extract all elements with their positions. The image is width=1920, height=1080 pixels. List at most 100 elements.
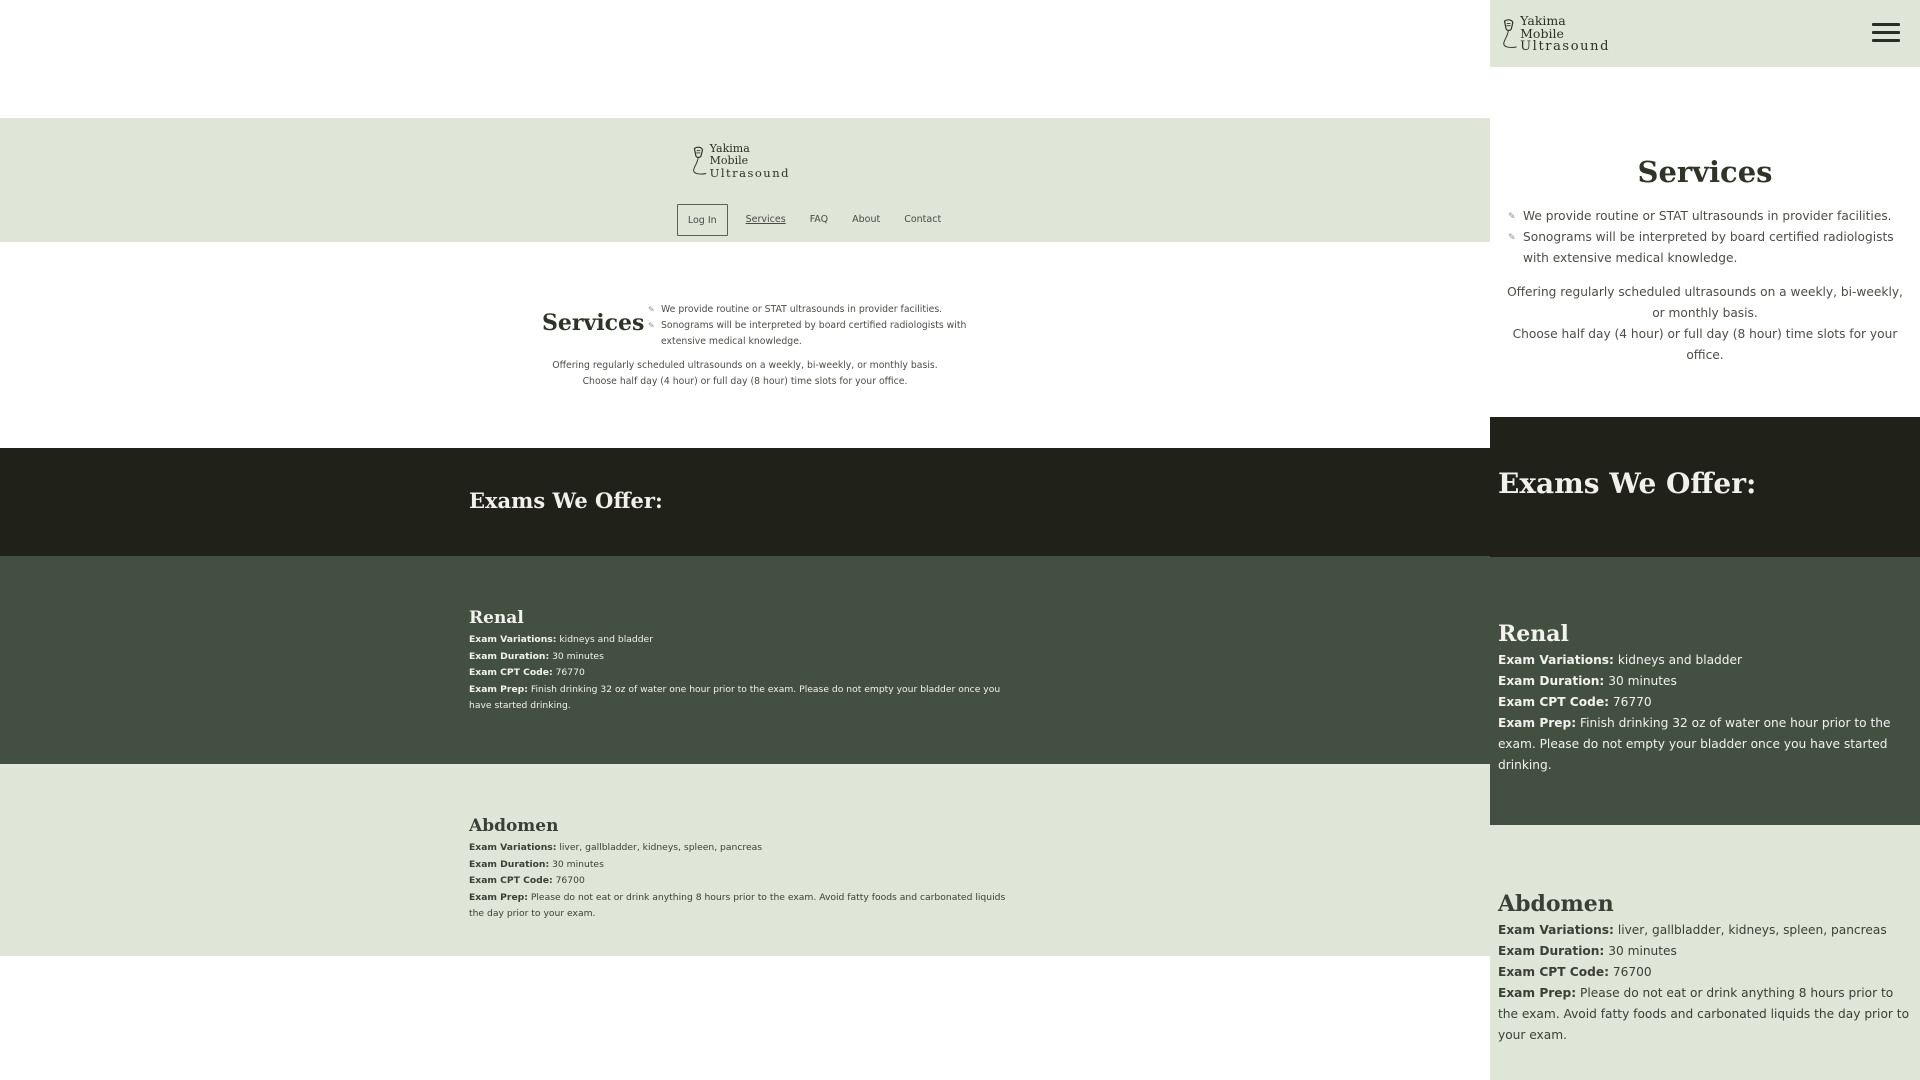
exam-variations: Exam Variations: kidneys and bladder: [469, 632, 1019, 649]
label-prep: Exam Prep:: [1498, 986, 1577, 1000]
label-variations: Exam Variations:: [469, 842, 557, 853]
value-variations: liver, gallbladder, kidneys, spleen, pan…: [559, 842, 763, 853]
services-bullet-list: We provide routine or STAT ultrasounds i…: [648, 302, 968, 350]
services-section: Services We provide routine or STAT ultr…: [0, 242, 1490, 448]
offer-line-2: Choose half day (4 hour) or full day (8 …: [582, 376, 908, 387]
main-nav: Log In Services FAQ About Contact: [0, 204, 1490, 236]
exam-name: Abdomen: [1498, 891, 1614, 917]
value-cpt: 76770: [1612, 695, 1652, 709]
value-cpt: 76700: [1612, 965, 1652, 979]
desktop-mockup: Yakima Mobile Ultrasound Log In Services…: [0, 0, 1490, 1080]
services-offer: Offering regularly scheduled ultrasounds…: [1500, 282, 1910, 366]
value-prep: Please do not eat or drink anything 8 ho…: [469, 891, 1006, 920]
site-logo[interactable]: Yakima Mobile Ultrasound: [690, 138, 790, 184]
label-variations: Exam Variations:: [469, 634, 557, 645]
logo-line2: Ultrasound: [709, 165, 790, 180]
label-duration: Exam Duration:: [469, 650, 550, 662]
menu-bar: [1872, 31, 1900, 34]
label-variations: Exam Variations:: [1498, 923, 1614, 937]
services-section: Services We provide routine or STAT ultr…: [1490, 67, 1920, 417]
label-prep: Exam Prep:: [469, 683, 528, 695]
menu-bar: [1872, 39, 1900, 42]
ultrasound-probe-icon: [693, 146, 707, 175]
logo-line1: Yakima Mobile: [709, 142, 750, 167]
exam-duration: Exam Duration: 30 minutes: [1498, 671, 1914, 692]
label-cpt: Exam CPT Code:: [1498, 965, 1609, 979]
value-cpt: 76700: [555, 875, 585, 886]
exams-heading-band: Exams We Offer:: [0, 448, 1490, 556]
label-duration: Exam Duration:: [1498, 674, 1605, 688]
exam-abdomen: Abdomen Exam Variations: liver, gallblad…: [0, 764, 1490, 956]
logo-wordmark: Yakima Mobile Ultrasound: [710, 143, 790, 178]
login-button[interactable]: Log In: [676, 204, 728, 236]
menu-bar: [1872, 23, 1900, 26]
exam-prep: Exam Prep: Finish drinking 32 oz of wate…: [469, 682, 1019, 715]
logo-line1: Yakima Mobile: [1520, 13, 1566, 42]
services-bullet-list: We provide routine or STAT ultrasounds i…: [1508, 206, 1908, 269]
exam-name: Abdomen: [469, 816, 559, 836]
exam-abdomen: Abdomen Exam Variations: liver, gallblad…: [1490, 825, 1920, 1080]
nav-link-faq[interactable]: FAQ: [798, 204, 840, 236]
exam-prep: Exam Prep: Finish drinking 32 oz of wate…: [1498, 713, 1914, 776]
exam-variations: Exam Variations: kidneys and bladder: [1498, 650, 1914, 671]
value-variations: liver, gallbladder, kidneys, spleen, pan…: [1617, 923, 1887, 937]
exam-name: Renal: [1498, 621, 1569, 647]
exam-name: Renal: [469, 608, 524, 628]
desktop-header: Yakima Mobile Ultrasound Log In Services…: [0, 118, 1490, 242]
services-bullet: We provide routine or STAT ultrasounds i…: [648, 302, 968, 318]
nav-link-about[interactable]: About: [840, 204, 892, 236]
services-title: Services: [1637, 155, 1773, 189]
label-cpt: Exam CPT Code:: [1498, 695, 1609, 709]
label-prep: Exam Prep:: [1498, 716, 1577, 730]
ultrasound-probe-icon: [1503, 19, 1517, 48]
exam-variations: Exam Variations: liver, gallbladder, kid…: [1498, 920, 1914, 941]
mobile-mockup: Yakima Mobile Ultrasound Services We pro…: [1490, 0, 1920, 1080]
services-bullet: Sonograms will be interpreted by board c…: [1508, 227, 1908, 269]
offer-line-1: Offering regularly scheduled ultrasounds…: [552, 360, 938, 371]
services-bullet: Sonograms will be interpreted by board c…: [648, 318, 968, 350]
exam-cpt: Exam CPT Code: 76770: [1498, 692, 1914, 713]
exam-duration: Exam Duration: 30 minutes: [469, 649, 1019, 666]
exams-heading-band: Exams We Offer:: [1490, 417, 1920, 557]
value-prep: Finish drinking 32 oz of water one hour …: [469, 683, 1001, 712]
exams-heading: Exams We Offer:: [469, 488, 663, 513]
exam-prep: Exam Prep: Please do not eat or drink an…: [469, 890, 1019, 923]
exam-cpt: Exam CPT Code: 76700: [1498, 962, 1914, 983]
exam-details: Abdomen Exam Variations: liver, gallblad…: [1498, 891, 1914, 1046]
value-variations: kidneys and bladder: [559, 634, 653, 645]
services-bullet: We provide routine or STAT ultrasounds i…: [1508, 206, 1908, 228]
exam-cpt: Exam CPT Code: 76770: [469, 665, 1019, 682]
nav-link-services[interactable]: Services: [734, 204, 798, 236]
value-duration: 30 minutes: [1608, 944, 1677, 958]
logo-line2: Ultrasound: [1520, 39, 1610, 55]
label-duration: Exam Duration:: [1498, 944, 1605, 958]
exam-renal: Renal Exam Variations: kidneys and bladd…: [0, 556, 1490, 764]
value-duration: 30 minutes: [552, 858, 604, 870]
value-duration: 30 minutes: [1608, 674, 1677, 688]
label-duration: Exam Duration:: [469, 858, 550, 870]
exam-duration: Exam Duration: 30 minutes: [469, 857, 1019, 874]
services-title: Services: [542, 310, 645, 336]
exam-duration: Exam Duration: 30 minutes: [1498, 941, 1914, 962]
exam-details: Renal Exam Variations: kidneys and bladd…: [1498, 621, 1914, 776]
exams-heading: Exams We Offer:: [1498, 467, 1757, 500]
exam-details: Renal Exam Variations: kidneys and bladd…: [469, 608, 1019, 715]
exam-variations: Exam Variations: liver, gallbladder, kid…: [469, 840, 1019, 857]
label-variations: Exam Variations:: [1498, 653, 1614, 667]
value-duration: 30 minutes: [552, 650, 604, 662]
label-prep: Exam Prep:: [469, 891, 528, 903]
offer-line-2: Choose half day (4 hour) or full day (8 …: [1512, 327, 1898, 362]
value-variations: kidneys and bladder: [1617, 653, 1743, 667]
exam-details: Abdomen Exam Variations: liver, gallblad…: [469, 816, 1019, 923]
value-cpt: 76770: [555, 667, 585, 678]
label-cpt: Exam CPT Code:: [469, 875, 553, 886]
services-offer: Offering regularly scheduled ultrasounds…: [0, 358, 1490, 390]
mobile-header: Yakima Mobile Ultrasound: [1490, 0, 1920, 67]
hamburger-menu-icon[interactable]: [1872, 23, 1900, 43]
nav-link-contact[interactable]: Contact: [892, 204, 953, 236]
label-cpt: Exam CPT Code:: [469, 667, 553, 678]
offer-line-1: Offering regularly scheduled ultrasounds…: [1507, 285, 1903, 320]
exam-renal: Renal Exam Variations: kidneys and bladd…: [1490, 557, 1920, 825]
site-logo[interactable]: Yakima Mobile Ultrasound: [1500, 10, 1610, 58]
exam-prep: Exam Prep: Please do not eat or drink an…: [1498, 983, 1914, 1046]
